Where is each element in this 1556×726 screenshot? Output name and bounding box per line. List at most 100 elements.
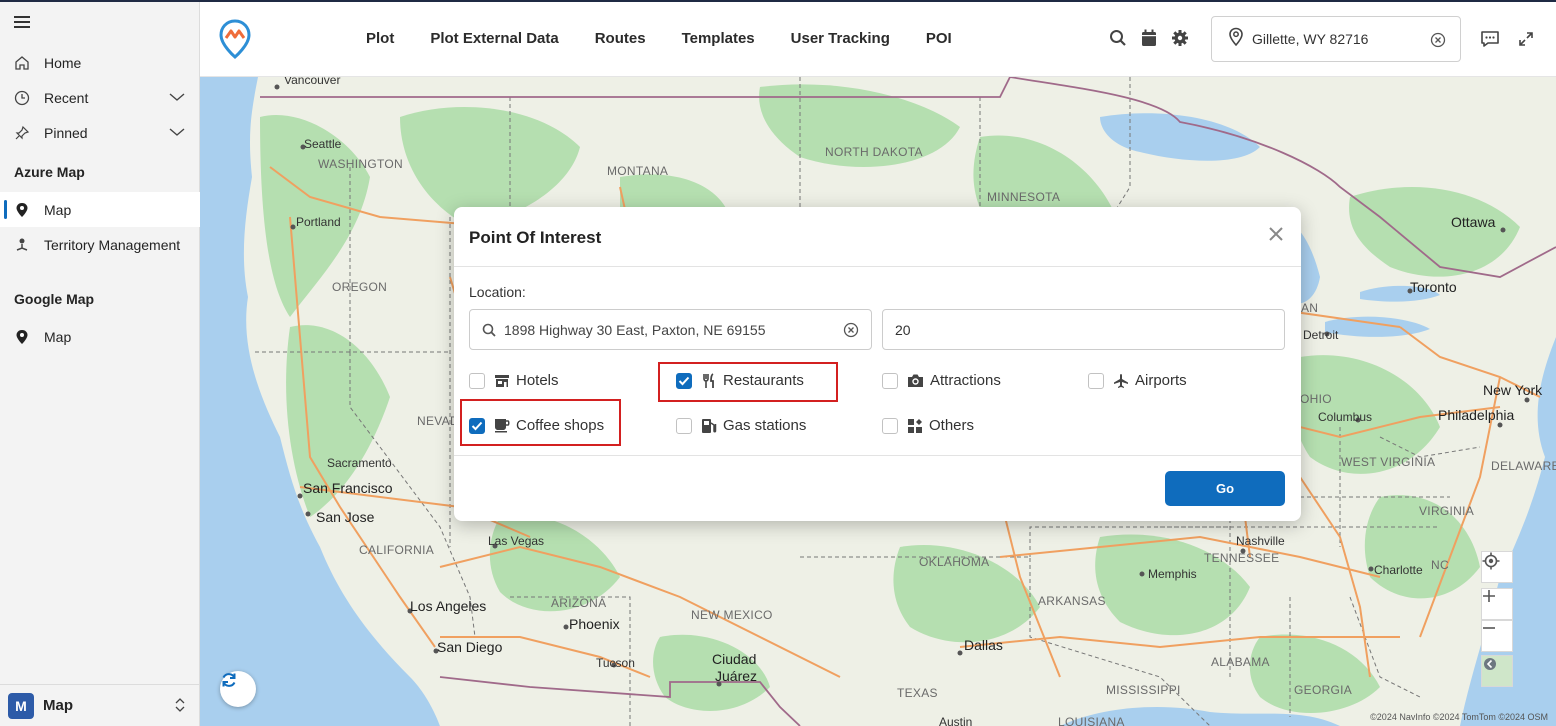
hamburger-menu-icon[interactable] <box>14 16 30 30</box>
refresh-icon <box>222 673 236 687</box>
chevron-up-down-icon[interactable] <box>174 697 186 718</box>
go-button[interactable]: Go <box>1165 471 1285 506</box>
app-switcher[interactable]: M Map <box>0 684 200 726</box>
sidebar-item-recent[interactable]: Recent <box>0 80 200 115</box>
current-location-field[interactable]: Gillette, WY 82716 <box>1211 16 1461 62</box>
checkbox[interactable] <box>469 372 485 389</box>
sidebar-item-pinned[interactable]: Pinned <box>0 115 200 150</box>
map-label: VIRGINIA <box>1419 504 1475 518</box>
map-label: MONTANA <box>607 164 669 178</box>
sidebar-item-google-map[interactable]: Map <box>0 319 200 354</box>
zoom-in-button[interactable] <box>1481 588 1513 620</box>
point-of-interest-dialog: Point Of Interest Location: 1898 Highway… <box>454 207 1301 521</box>
category-label: Attractions <box>930 372 1001 389</box>
category-label: Others <box>929 417 975 434</box>
map-label: DELAWARE <box>1491 459 1556 473</box>
map-label: AN <box>1301 301 1319 315</box>
map-label: Columbus <box>1318 410 1373 424</box>
sidebar-item-home[interactable]: Home <box>0 45 200 80</box>
map-label: WASHINGTON <box>318 157 404 171</box>
map-label: San Francisco <box>303 480 393 496</box>
category-hotels[interactable]: Hotels <box>469 372 559 389</box>
map-label: Phoenix <box>569 616 620 632</box>
gas-pump-icon <box>701 418 717 434</box>
menu-poi[interactable]: POI <box>926 30 952 47</box>
app-name: Map <box>43 697 73 714</box>
map-label: Vancouver <box>284 77 341 87</box>
map-label: New York <box>1483 382 1543 398</box>
sidebar-item-label: Recent <box>44 89 89 106</box>
plane-icon <box>1113 373 1129 389</box>
zoom-out-button[interactable] <box>1481 620 1513 652</box>
clock-icon <box>0 90 44 106</box>
dialog-title: Point Of Interest <box>469 228 602 247</box>
location-label: Location: <box>469 284 526 300</box>
grid-icon <box>907 418 923 434</box>
close-icon[interactable] <box>1269 227 1283 246</box>
sidebar-item-azure-map[interactable]: Map <box>0 192 200 227</box>
map-copyright: ©2024 NavInfo ©2024 TomTom ©2024 OSM <box>1370 712 1548 722</box>
map-label: San Jose <box>316 509 375 525</box>
refresh-button[interactable] <box>220 671 256 707</box>
menu-plot[interactable]: Plot <box>366 30 394 47</box>
gear-icon[interactable] <box>1171 29 1189 52</box>
map-label: Tucson <box>596 656 635 670</box>
top-bar: Plot Plot External Data Routes Templates… <box>200 2 1556 77</box>
sidebar-item-territory-management[interactable]: Territory Management <box>0 227 200 262</box>
locate-me-button[interactable] <box>1481 551 1513 583</box>
chevron-down-icon[interactable] <box>168 90 186 106</box>
home-icon <box>0 55 44 71</box>
map-label: GEORGIA <box>1294 683 1353 697</box>
map-label: Charlotte <box>1374 563 1423 577</box>
radius-input[interactable]: 20 <box>882 309 1285 350</box>
map-label: Las Vegas <box>488 534 545 548</box>
map-label: TENNESSEE <box>1204 551 1280 565</box>
highlight-box-coffee-shops <box>460 399 621 446</box>
map-label: Los Angeles <box>410 598 487 614</box>
menu-plot-external-data[interactable]: Plot External Data <box>430 30 558 47</box>
map-label: MISSISSIPPI <box>1106 683 1181 697</box>
sidebar-item-label: Territory Management <box>44 236 181 253</box>
territory-icon <box>0 237 44 253</box>
category-attractions[interactable]: Attractions <box>882 372 1001 389</box>
checkbox[interactable] <box>1088 372 1104 389</box>
menu-user-tracking[interactable]: User Tracking <box>791 30 890 47</box>
search-icon[interactable] <box>1109 29 1127 52</box>
map-label: CALIFORNIA <box>359 543 435 557</box>
clear-icon[interactable] <box>843 322 859 343</box>
plus-icon <box>1483 590 1495 602</box>
checkbox[interactable] <box>882 372 898 389</box>
checkbox[interactable] <box>676 417 692 434</box>
map-style-button[interactable] <box>1481 655 1513 687</box>
checkbox[interactable] <box>882 417 898 434</box>
sidebar: Home Recent Pinned Azure Map Map Territo… <box>0 2 200 726</box>
map-label: Sacramento <box>327 456 392 470</box>
map-label: OKLAHOMA <box>919 555 990 569</box>
map-label: NC <box>1431 558 1449 572</box>
category-airports[interactable]: Airports <box>1088 372 1187 389</box>
map-label: Ottawa <box>1451 214 1496 230</box>
map-label: MINNESOTA <box>987 190 1061 204</box>
menu-templates[interactable]: Templates <box>682 30 755 47</box>
menu-routes[interactable]: Routes <box>595 30 646 47</box>
chevron-down-icon[interactable] <box>168 125 186 141</box>
pin-icon <box>0 125 44 141</box>
chat-icon[interactable] <box>1480 30 1500 53</box>
map-label: NEW MEXICO <box>691 608 773 622</box>
address-value: 1898 Highway 30 East, Paxton, NE 69155 <box>504 321 766 338</box>
category-label: Gas stations <box>723 417 807 434</box>
map-label: Nashville <box>1236 534 1285 548</box>
category-label: Hotels <box>516 372 559 389</box>
map-label: Portland <box>296 215 341 229</box>
map-label: Memphis <box>1148 567 1197 581</box>
map-label: WEST VIRGINIA <box>1341 455 1436 469</box>
calendar-icon[interactable] <box>1141 29 1157 52</box>
category-others[interactable]: Others <box>882 417 974 434</box>
clear-icon[interactable] <box>1430 32 1446 53</box>
category-label: Airports <box>1135 372 1187 389</box>
address-input[interactable]: 1898 Highway 30 East, Paxton, NE 69155 <box>469 309 872 350</box>
map-label: Austin <box>939 715 973 726</box>
sidebar-item-label: Home <box>44 54 82 71</box>
fullscreen-icon[interactable] <box>1518 31 1534 52</box>
category-gas-stations[interactable]: Gas stations <box>676 417 806 434</box>
